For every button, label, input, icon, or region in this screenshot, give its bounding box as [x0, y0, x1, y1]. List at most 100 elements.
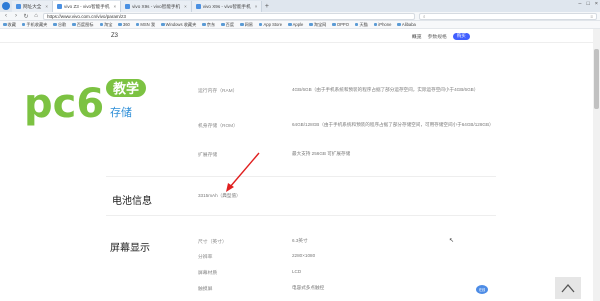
bookmark-icon: [135, 22, 140, 27]
refresh-icon[interactable]: ↻: [23, 13, 29, 20]
bookmark-label: 天猫: [359, 21, 368, 27]
search-icon: ⌕: [423, 13, 426, 19]
bookmark-label: 百度图标: [76, 21, 94, 27]
bookmark-item[interactable]: Alibaba: [397, 22, 416, 27]
mouse-cursor-icon: ↖: [449, 238, 455, 244]
bookmark-item[interactable]: 360: [118, 22, 130, 27]
bookmark-icon: [99, 22, 103, 27]
bookmark-label: iPhone: [378, 22, 392, 27]
tag-subtext: 存储: [110, 105, 132, 119]
row-value: 64GB/128GB（由于手机系统和预装的程序占据了部分存储空间，可用存储空间小…: [292, 122, 494, 127]
browser-logo-icon[interactable]: [0, 0, 12, 12]
scrollbar-thumb[interactable]: [594, 49, 599, 109]
bookmark-item[interactable]: 网易: [240, 22, 253, 28]
bookmark-icon: [258, 22, 263, 27]
chevron-up-icon: [561, 284, 575, 293]
row-label: 屏幕材质: [198, 271, 218, 276]
battery-value: 3315mAh（典型值）: [198, 193, 241, 198]
overview-link[interactable]: 概览: [412, 33, 422, 40]
tab-3[interactable]: vivo X9s - vivo智能手机 ×: [121, 1, 192, 12]
bookmark-item[interactable]: App Store: [258, 22, 283, 27]
bookmark-item[interactable]: OPPO: [332, 22, 349, 27]
back-icon[interactable]: ‹: [3, 13, 9, 19]
brand-text: pc6: [24, 81, 104, 127]
tab-2[interactable]: vivo Z3 - vivo智能手机 ×: [53, 1, 122, 12]
close-tab-icon[interactable]: ×: [45, 4, 48, 9]
bookmark-item[interactable]: iPhone: [373, 22, 392, 27]
bookmark-item[interactable]: 淘宝: [99, 21, 113, 28]
bookmark-item[interactable]: 谷歌: [53, 22, 66, 28]
tab-label: vivo X9s - vivo智能手机: [202, 3, 251, 9]
back-to-top-button[interactable]: [555, 277, 581, 299]
menu-icon[interactable]: ≡: [590, 14, 593, 19]
bookmarks-bar: 收藏 手机收藏夹 谷歌 百度图标 淘宝 360 MSN 我 Windows 收藏夹 京东 百度 网易…: [0, 21, 600, 29]
bookmark-item[interactable]: Windows 收藏夹: [161, 22, 196, 28]
bookmark-item[interactable]: 天猫: [354, 21, 368, 28]
bookmark-label: 网易: [244, 21, 253, 27]
bookmark-item[interactable]: 收藏: [3, 22, 16, 28]
close-tab-icon[interactable]: ×: [184, 4, 187, 9]
section-divider: [106, 215, 496, 216]
bookmark-icon: [240, 22, 244, 27]
bookmark-item[interactable]: Apple: [288, 22, 303, 27]
address-bar-row: ‹ › ↻ ⌂ https://www.vivo.com.cn/vivo/par…: [0, 12, 600, 21]
new-tab-button[interactable]: +: [262, 3, 271, 10]
bookmark-label: 百度: [225, 21, 235, 27]
bookmark-item[interactable]: 京东: [202, 22, 215, 28]
section-title-display: 屏幕显示: [110, 243, 150, 254]
bookmark-label: 360: [122, 22, 130, 27]
favicon-icon: [195, 4, 201, 9]
buy-button[interactable]: 购买: [452, 32, 470, 40]
bookmark-icon: [3, 22, 7, 27]
bookmark-item[interactable]: 百度图标: [72, 21, 94, 28]
bookmark-icon: [118, 22, 122, 27]
bookmark-icon: [221, 22, 225, 27]
bookmark-icon: [309, 22, 313, 27]
chat-icon[interactable]: 在线: [476, 285, 488, 294]
url-input[interactable]: https://www.vivo.com.cn/vivo/param/z3: [43, 12, 415, 20]
tab-1[interactable]: 网址大全 ×: [12, 1, 54, 12]
row-value: 2280×1080: [292, 253, 316, 258]
tab-4[interactable]: vivo X9s - vivo智能手机 ×: [191, 1, 263, 12]
bookmark-label: Apple: [292, 22, 304, 27]
pc6-letters: pc6: [24, 81, 104, 127]
bookmark-item[interactable]: 百度: [221, 22, 234, 28]
page-content: Z3 概览 参数规格 购买 pc6 教学 存储 运行内存（RAM） 4GB/6G…: [0, 29, 593, 301]
close-tab-icon[interactable]: ×: [113, 4, 116, 9]
bookmark-icon: [72, 22, 76, 27]
row-label: 分辨率: [198, 255, 213, 260]
favicon-icon: [16, 4, 21, 9]
bookmark-icon: [21, 22, 26, 27]
home-icon[interactable]: ⌂: [33, 13, 39, 19]
row-label: 尺寸（英寸）: [198, 240, 227, 245]
bookmark-item[interactable]: 淘宝网: [309, 22, 326, 28]
bookmark-icon: [354, 22, 359, 27]
search-box[interactable]: ⌕ ≡: [419, 12, 597, 20]
bookmark-icon: [397, 22, 401, 27]
bookmark-label: 收藏: [7, 21, 16, 27]
maximize-icon[interactable]: □: [586, 1, 589, 7]
close-tab-icon[interactable]: ×: [255, 4, 258, 9]
vertical-scrollbar[interactable]: [593, 29, 600, 301]
favicon-icon: [125, 4, 131, 9]
row-label: 扩展存储: [198, 153, 218, 158]
tag-text: 教学: [112, 81, 139, 97]
forward-icon[interactable]: ›: [13, 13, 19, 19]
minimize-icon[interactable]: –: [578, 1, 581, 7]
bookmark-label: MSN 我: [140, 21, 156, 27]
tab-label: vivo Z3 - vivo智能手机: [64, 3, 110, 9]
bookmark-label: App Store: [263, 22, 283, 27]
bookmark-icon: [373, 22, 378, 27]
row-value: LCD: [292, 269, 302, 274]
bookmark-item[interactable]: MSN 我: [135, 21, 156, 28]
bookmark-icon: [161, 22, 165, 27]
row-value: 电容式多点触控: [292, 285, 325, 290]
favicon-icon: [57, 4, 63, 9]
specs-link[interactable]: 参数规格: [428, 33, 447, 40]
close-window-icon[interactable]: ×: [595, 1, 598, 7]
bookmark-label: 淘宝网: [313, 21, 327, 27]
bookmark-item[interactable]: 手机收藏夹: [21, 22, 47, 28]
bookmark-icon: [332, 22, 336, 27]
row-label: 机身存储（ROM）: [198, 124, 238, 129]
bookmark-label: 淘宝: [104, 21, 113, 27]
